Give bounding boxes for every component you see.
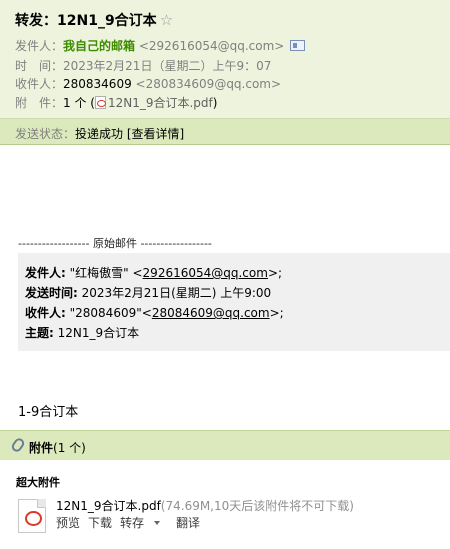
send-status-bar: 发送状态：投递成功 [查看详情]	[0, 118, 450, 145]
original-mail-separator: ------------------ 原始邮件 ----------------…	[18, 237, 212, 250]
original-mail-box: 发件人: "红梅傲雪" <292616054@qq.com>; 发送时间: 20…	[18, 253, 450, 351]
attachment-row: 附 件：1 个 ( 12N1_9合订本.pdf)	[15, 94, 217, 111]
large-attachment-title: 超大附件	[16, 476, 60, 489]
original-to-label: 收件人:	[25, 306, 66, 320]
pdf-file-icon-large[interactable]	[18, 499, 46, 533]
attachment-label: 附 件：	[15, 96, 64, 110]
original-to-email-link[interactable]: 28084609@qq.com	[152, 306, 270, 320]
time-value: 2023年2月21日（星期二）上午9：07	[63, 59, 272, 73]
original-from-row: 发件人: "红梅傲雪" <292616054@qq.com>;	[25, 264, 282, 281]
contact-card-icon[interactable]	[290, 40, 306, 51]
attachment-file-info: (74.69M,10天后该附件将不可下载)	[160, 499, 354, 513]
sender-name[interactable]: 我自己的邮箱	[63, 39, 135, 53]
original-subject-row: 主题: 12N1_9合订本	[25, 324, 139, 341]
original-subject-label: 主题:	[25, 326, 54, 340]
status-label: 发送状态：	[15, 127, 76, 141]
star-icon[interactable]: ☆	[160, 11, 173, 29]
original-from-email-link[interactable]: 292616054@qq.com	[143, 266, 268, 280]
mail-header: 转发：12N1_9合订本 ☆ 发件人：我自己的邮箱 <292616054@qq.c…	[0, 0, 450, 118]
original-from-label: 发件人:	[25, 266, 66, 280]
attachment-link[interactable]: 12N1_9合订本.pdf	[108, 96, 213, 110]
mail-body-text: 1-9合订本	[18, 405, 79, 420]
download-link[interactable]: 下载	[88, 516, 112, 530]
save-to-label: 转存	[120, 516, 145, 530]
original-date-value: 2023年2月21日(星期二) 上午9:00	[77, 286, 272, 300]
original-date-label: 发送时间:	[25, 286, 78, 300]
original-from-tail: >;	[267, 266, 283, 280]
attachment-item: 12N1_9合订本.pdf(74.69M,10天后该附件将不可下载)	[56, 497, 354, 514]
attachment-close-paren: )	[212, 96, 218, 110]
mail-subject: 转发：12N1_9合订本 ☆	[15, 10, 173, 30]
attachment-count: 1 个 (	[63, 96, 95, 110]
preview-link[interactable]: 预览	[56, 516, 80, 530]
attachments-header-count: (1 个)	[53, 441, 86, 455]
original-subject-value: 12N1_9合订本	[53, 326, 140, 340]
recipient-row: 收件人：280834609 <280834609@qq.com>	[15, 75, 281, 92]
sender-row: 发件人：我自己的邮箱 <292616054@qq.com>	[15, 37, 306, 54]
status-detail-link[interactable]: [查看详情]	[127, 127, 184, 141]
attachment-file-name[interactable]: 12N1_9合订本.pdf	[56, 499, 161, 513]
time-row: 时 间：2023年2月21日（星期二）上午9：07	[15, 57, 271, 74]
original-to-value: "28084609"<	[65, 306, 152, 320]
attachment-actions: 预览 下载 转存 翻译	[56, 514, 208, 531]
original-date-row: 发送时间: 2023年2月21日(星期二) 上午9:00	[25, 284, 271, 301]
original-to-row: 收件人: "28084609"<28084609@qq.com>;	[25, 304, 284, 321]
attachments-header-label: 附件	[29, 441, 54, 455]
chevron-down-icon	[154, 521, 161, 525]
recipient-name[interactable]: 280834609	[63, 77, 132, 91]
status-value: 投递成功	[75, 127, 124, 141]
pdf-file-icon	[94, 96, 106, 109]
attachments-body: 超大附件 12N1_9合订本.pdf(74.69M,10天后该附件将不可下载) …	[0, 460, 450, 549]
original-from-value: "红梅傲雪" <	[65, 266, 143, 280]
save-to-dropdown[interactable]: 转存	[120, 516, 168, 530]
recipient-email[interactable]: <280834609@qq.com>	[136, 77, 282, 91]
original-to-tail: >;	[269, 306, 284, 320]
recipient-label: 收件人：	[15, 77, 64, 91]
sender-email[interactable]: <292616054@qq.com>	[139, 39, 285, 53]
sender-label: 发件人：	[15, 39, 64, 53]
attachments-header: 附件(1 个)	[0, 430, 450, 460]
paperclip-icon	[9, 436, 27, 454]
time-label: 时 间：	[15, 59, 64, 73]
translate-link[interactable]: 翻译	[176, 516, 200, 530]
subject-text: 转发：12N1_9合订本	[15, 13, 157, 29]
